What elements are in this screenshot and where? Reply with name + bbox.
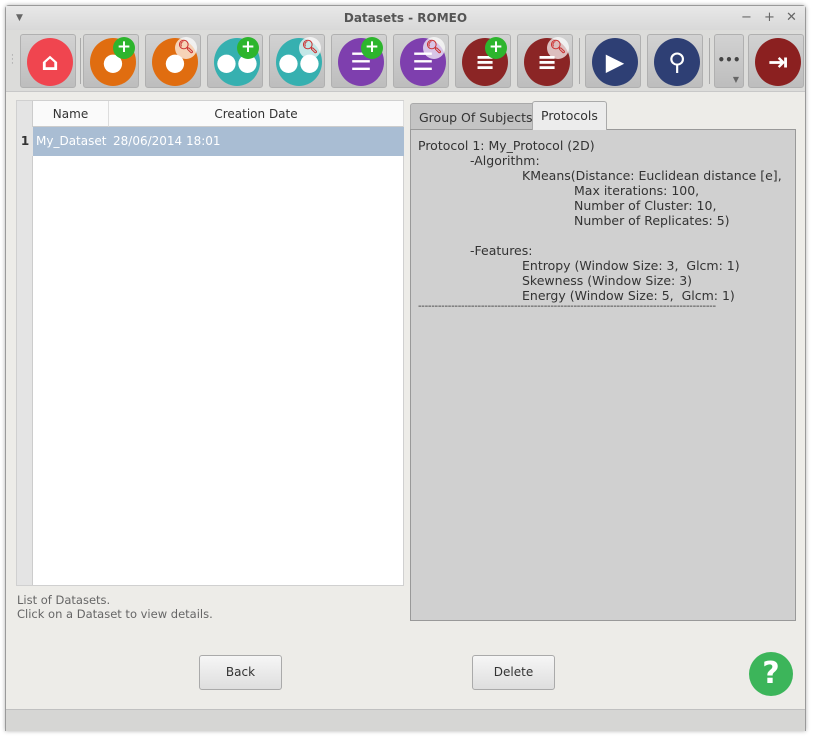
protocols-panel: Protocol 1: My_Protocol (2D) -Algorithm:… <box>410 129 796 621</box>
window-title: Datasets - ROMEO <box>343 11 468 25</box>
protocol-line: Number of Replicates: 5) <box>574 213 730 228</box>
separator <box>579 38 580 84</box>
column-header-name[interactable]: Name <box>33 101 109 127</box>
help-button[interactable]: ? <box>749 652 793 696</box>
add-subject-button[interactable]: ● + <box>83 34 139 88</box>
magnifier-icon: 🔍︎ <box>547 37 569 59</box>
status-bar <box>6 709 805 731</box>
exit-icon: ⇥ <box>755 38 801 86</box>
home-button[interactable]: ⌂ <box>20 34 76 88</box>
separator <box>80 38 81 84</box>
search-protocol-button[interactable]: ☰ 🔍︎ <box>393 34 449 88</box>
row-header <box>17 101 33 585</box>
row-number[interactable]: 1 <box>17 127 33 156</box>
minimize-icon[interactable]: − <box>741 6 752 30</box>
more-button[interactable]: ••• ▼ <box>714 34 744 88</box>
search-group-button[interactable]: ●● 🔍︎ <box>269 34 325 88</box>
maximize-icon[interactable]: + <box>764 6 775 30</box>
column-header-creation-date[interactable]: Creation Date <box>109 101 404 127</box>
protocol-line: Max iterations: 100, <box>574 183 700 198</box>
plus-icon: + <box>113 37 135 59</box>
add-dataset-button[interactable]: ≡ + <box>455 34 511 88</box>
magnifier-icon: 🔍︎ <box>175 37 197 59</box>
datasets-table: Name Creation Date 1 My_Dataset 28/06/20… <box>16 100 404 586</box>
magnifier-icon: 🔍︎ <box>299 37 321 59</box>
protocol-line: -Algorithm: <box>470 153 540 168</box>
separator <box>709 38 710 84</box>
tab-group-of-subjects[interactable]: Group Of Subjects <box>410 103 542 130</box>
exit-button[interactable]: ⇥ <box>748 34 804 88</box>
tab-protocols[interactable]: Protocols <box>532 101 607 130</box>
plus-icon: + <box>361 37 383 59</box>
protocol-line: Protocol 1: My_Protocol (2D) <box>418 138 595 153</box>
add-group-button[interactable]: ●● + <box>207 34 263 88</box>
datasets-window: Datasets - ROMEO ▼ − + ✕ · · · ⌂ ● + ● 🔍︎ ●●… <box>5 5 806 731</box>
close-icon[interactable]: ✕ <box>786 6 797 30</box>
magnifier-icon: ⚲ <box>654 38 700 86</box>
delete-button[interactable]: Delete <box>472 655 555 690</box>
protocol-line: -Features: <box>470 243 533 258</box>
protocol-line: Skewness (Window Size: 3) <box>522 273 693 288</box>
toolbar: · · · ⌂ ● + ● 🔍︎ ●● + ●● 🔍︎ ☰ + ☰ 🔍︎ ≡ + ≡ 🔍︎ ▶ ⚲ … <box>6 30 805 92</box>
home-icon: ⌂ <box>27 38 73 86</box>
search-dataset-button[interactable]: ≡ 🔍︎ <box>517 34 573 88</box>
search-subject-button[interactable]: ● 🔍︎ <box>145 34 201 88</box>
title-bar: Datasets - ROMEO <box>6 6 805 30</box>
protocol-line: Number of Cluster: 10, <box>574 198 717 213</box>
plus-icon: + <box>237 37 259 59</box>
toolbar-handle-icon[interactable]: · · · <box>11 52 14 69</box>
chevron-down-icon: ▼ <box>732 75 739 84</box>
add-protocol-button[interactable]: ☰ + <box>331 34 387 88</box>
back-button[interactable]: Back <box>199 655 282 690</box>
table-row[interactable]: My_Dataset 28/06/2014 18:01 <box>33 127 404 156</box>
window-menu-icon[interactable]: ▼ <box>16 6 23 30</box>
hint-text: List of Datasets. <box>17 593 111 607</box>
protocol-line: Entropy (Window Size: 3, Glcm: 1) <box>522 258 740 273</box>
protocol-separator: ----------------------------------------… <box>418 301 716 312</box>
play-icon: ▶ <box>592 38 638 86</box>
cell-name: My_Dataset <box>36 134 107 148</box>
run-button[interactable]: ▶ <box>585 34 641 88</box>
protocol-line: KMeans(Distance: Euclidean distance [e], <box>522 168 782 183</box>
magnifier-icon: 🔍︎ <box>423 37 445 59</box>
cell-creation-date: 28/06/2014 18:01 <box>113 134 221 148</box>
plus-icon: + <box>485 37 507 59</box>
view-results-button[interactable]: ⚲ <box>647 34 703 88</box>
hint-text: Click on a Dataset to view details. <box>17 607 213 621</box>
